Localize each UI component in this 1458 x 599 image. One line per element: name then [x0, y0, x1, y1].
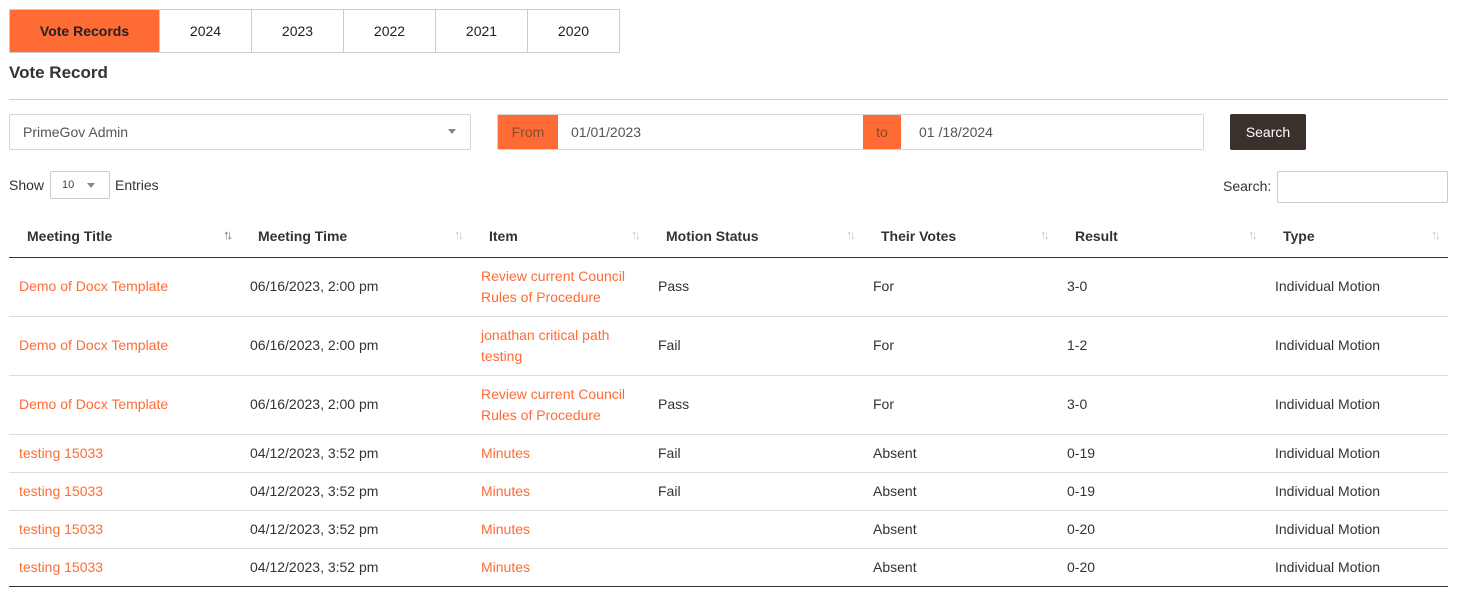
- tab-2023[interactable]: 2023: [251, 10, 343, 52]
- entries-control: Show 10 Entries: [9, 171, 159, 199]
- chevron-down-icon: [87, 183, 96, 188]
- their-votes: For: [863, 316, 1057, 376]
- result: 0-19: [1057, 472, 1265, 511]
- sort-icon: ↑↓: [846, 227, 856, 242]
- member-select[interactable]: PrimeGov Admin: [9, 114, 471, 150]
- entries-select-value: 10: [62, 179, 75, 191]
- table-row: testing 15033 04/12/2023, 3:52 pm Minute…: [9, 434, 1448, 473]
- motion-status: Fail: [648, 434, 863, 473]
- meeting-time: 04/12/2023, 3:52 pm: [240, 434, 471, 473]
- result: 0-20: [1057, 510, 1265, 549]
- sort-icon: ↑↓: [631, 227, 641, 242]
- header-motion-status[interactable]: Motion Status ↑↓: [648, 215, 863, 258]
- result: 0-20: [1057, 548, 1265, 587]
- table-header-row: Meeting Title ↑↓ Meeting Time ↑↓ Item ↑↓ Mo…: [9, 215, 1448, 258]
- motion-status: Pass: [648, 375, 863, 435]
- item-link[interactable]: jonathan critical path testing: [481, 327, 609, 364]
- meeting-title-link[interactable]: testing 15033: [19, 521, 103, 537]
- divider: [9, 99, 1448, 100]
- motion-status: [648, 510, 863, 549]
- vote-records-table: Meeting Title ↑↓ Meeting Time ↑↓ Item ↑↓ Mo…: [9, 215, 1448, 587]
- header-type[interactable]: Type ↑↓: [1265, 215, 1448, 258]
- meeting-title-link[interactable]: Demo of Docx Template: [19, 396, 168, 412]
- tab-2024[interactable]: 2024: [159, 10, 251, 52]
- tab-2020[interactable]: 2020: [527, 10, 619, 52]
- meeting-time: 06/16/2023, 2:00 pm: [240, 316, 471, 376]
- sort-icon: ↑↓: [1431, 227, 1441, 242]
- result: 1-2: [1057, 316, 1265, 376]
- meeting-title-link[interactable]: testing 15033: [19, 559, 103, 575]
- tab-2021[interactable]: 2021: [435, 10, 527, 52]
- tab-2022[interactable]: 2022: [343, 10, 435, 52]
- meeting-time: 04/12/2023, 3:52 pm: [240, 510, 471, 549]
- type: Individual Motion: [1265, 510, 1448, 549]
- meeting-time: 04/12/2023, 3:52 pm: [240, 548, 471, 587]
- to-label: to: [863, 115, 901, 149]
- table-row: Demo of Docx Template 06/16/2023, 2:00 p…: [9, 375, 1448, 435]
- header-meeting-title[interactable]: Meeting Title ↑↓: [9, 215, 240, 258]
- meeting-title-link[interactable]: testing 15033: [19, 445, 103, 461]
- type: Individual Motion: [1265, 472, 1448, 511]
- table-row: Demo of Docx Template 06/16/2023, 2:00 p…: [9, 316, 1448, 376]
- item-link[interactable]: Review current Council Rules of Procedur…: [481, 386, 625, 423]
- entries-select[interactable]: 10: [50, 171, 111, 199]
- table-search-label: Search:: [1223, 178, 1272, 194]
- page-title: Vote Record: [9, 63, 108, 82]
- their-votes: For: [863, 375, 1057, 435]
- header-their-votes[interactable]: Their Votes ↑↓: [863, 215, 1057, 258]
- their-votes: Absent: [863, 472, 1057, 511]
- from-label: From: [498, 115, 558, 149]
- meeting-time: 06/16/2023, 2:00 pm: [240, 375, 471, 435]
- type: Individual Motion: [1265, 434, 1448, 473]
- date-range: From 01/01/2023 to 01 /18/2024: [497, 114, 1204, 150]
- meeting-title-link[interactable]: testing 15033: [19, 483, 103, 499]
- result: 0-19: [1057, 434, 1265, 473]
- table-row: testing 15033 04/12/2023, 3:52 pm Minute…: [9, 548, 1448, 587]
- search-button[interactable]: Search: [1230, 114, 1306, 150]
- type: Individual Motion: [1265, 316, 1448, 376]
- header-item[interactable]: Item ↑↓: [471, 215, 648, 258]
- their-votes: Absent: [863, 510, 1057, 549]
- table-row: Demo of Docx Template 06/16/2023, 2:00 p…: [9, 257, 1448, 317]
- header-meeting-time[interactable]: Meeting Time ↑↓: [240, 215, 471, 258]
- type: Individual Motion: [1265, 375, 1448, 435]
- motion-status: Fail: [648, 472, 863, 511]
- item-link[interactable]: Review current Council Rules of Procedur…: [481, 268, 625, 305]
- their-votes: For: [863, 257, 1057, 317]
- meeting-time: 06/16/2023, 2:00 pm: [240, 257, 471, 317]
- their-votes: Absent: [863, 548, 1057, 587]
- result: 3-0: [1057, 375, 1265, 435]
- result: 3-0: [1057, 257, 1265, 317]
- member-select-value: PrimeGov Admin: [23, 124, 129, 140]
- sort-icon: ↑↓: [1040, 227, 1050, 242]
- type: Individual Motion: [1265, 548, 1448, 587]
- show-label: Show: [9, 177, 45, 193]
- item-link[interactable]: Minutes: [481, 521, 530, 537]
- motion-status: Fail: [648, 316, 863, 376]
- to-date-input[interactable]: 01 /18/2024: [901, 115, 1203, 149]
- meeting-title-link[interactable]: Demo of Docx Template: [19, 337, 168, 353]
- year-tabs: Vote Records 2024 2023 2022 2021 2020: [9, 9, 620, 53]
- from-date-input[interactable]: 01/01/2023: [558, 115, 863, 149]
- item-link[interactable]: Minutes: [481, 559, 530, 575]
- table-row: testing 15033 04/12/2023, 3:52 pm Minute…: [9, 472, 1448, 511]
- sort-icon: ↑↓: [223, 227, 233, 242]
- item-link[interactable]: Minutes: [481, 483, 530, 499]
- item-link[interactable]: Minutes: [481, 445, 530, 461]
- table-row: testing 15033 04/12/2023, 3:52 pm Minute…: [9, 510, 1448, 549]
- table-search-input[interactable]: [1277, 171, 1448, 203]
- meeting-title-link[interactable]: Demo of Docx Template: [19, 278, 168, 294]
- sort-icon: ↑↓: [454, 227, 464, 242]
- chevron-down-icon: [448, 129, 456, 134]
- header-result[interactable]: Result ↑↓: [1057, 215, 1265, 258]
- sort-icon: ↑↓: [1248, 227, 1258, 242]
- their-votes: Absent: [863, 434, 1057, 473]
- type: Individual Motion: [1265, 257, 1448, 317]
- tab-vote-records[interactable]: Vote Records: [10, 10, 159, 52]
- meeting-time: 04/12/2023, 3:52 pm: [240, 472, 471, 511]
- motion-status: Pass: [648, 257, 863, 317]
- entries-label: Entries: [115, 177, 159, 193]
- motion-status: [648, 548, 863, 587]
